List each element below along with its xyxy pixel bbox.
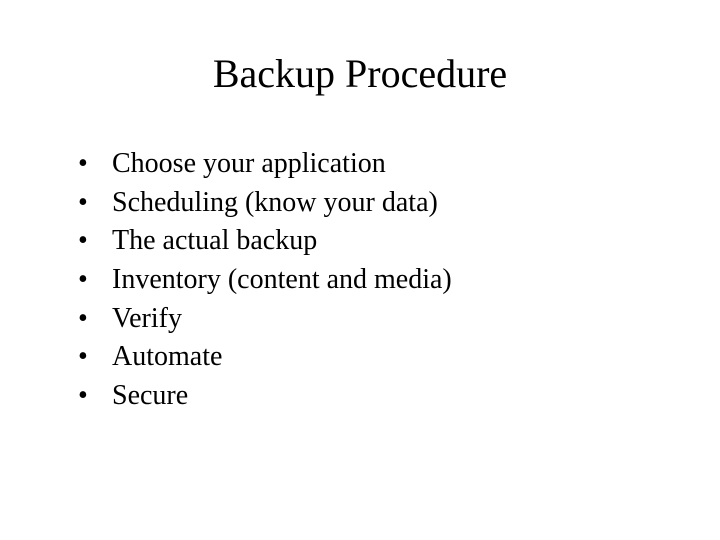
slide: Backup Procedure • Choose your applicati… [0,0,720,540]
bullet-icon: • [70,377,112,416]
bullet-icon: • [70,261,112,300]
bullet-list: • Choose your application • Scheduling (… [70,145,650,415]
list-item: • Inventory (content and media) [70,261,650,300]
bullet-icon: • [70,338,112,377]
list-item: • The actual backup [70,222,650,261]
bullet-text: Secure [112,377,650,416]
bullet-icon: • [70,184,112,223]
list-item: • Automate [70,338,650,377]
list-item: • Secure [70,377,650,416]
bullet-icon: • [70,145,112,184]
bullet-text: Scheduling (know your data) [112,184,650,223]
bullet-text: Choose your application [112,145,650,184]
slide-title: Backup Procedure [70,50,650,97]
bullet-icon: • [70,222,112,261]
list-item: • Choose your application [70,145,650,184]
bullet-text: Inventory (content and media) [112,261,650,300]
bullet-text: Automate [112,338,650,377]
bullet-text: Verify [112,300,650,339]
list-item: • Scheduling (know your data) [70,184,650,223]
bullet-icon: • [70,300,112,339]
list-item: • Verify [70,300,650,339]
bullet-text: The actual backup [112,222,650,261]
